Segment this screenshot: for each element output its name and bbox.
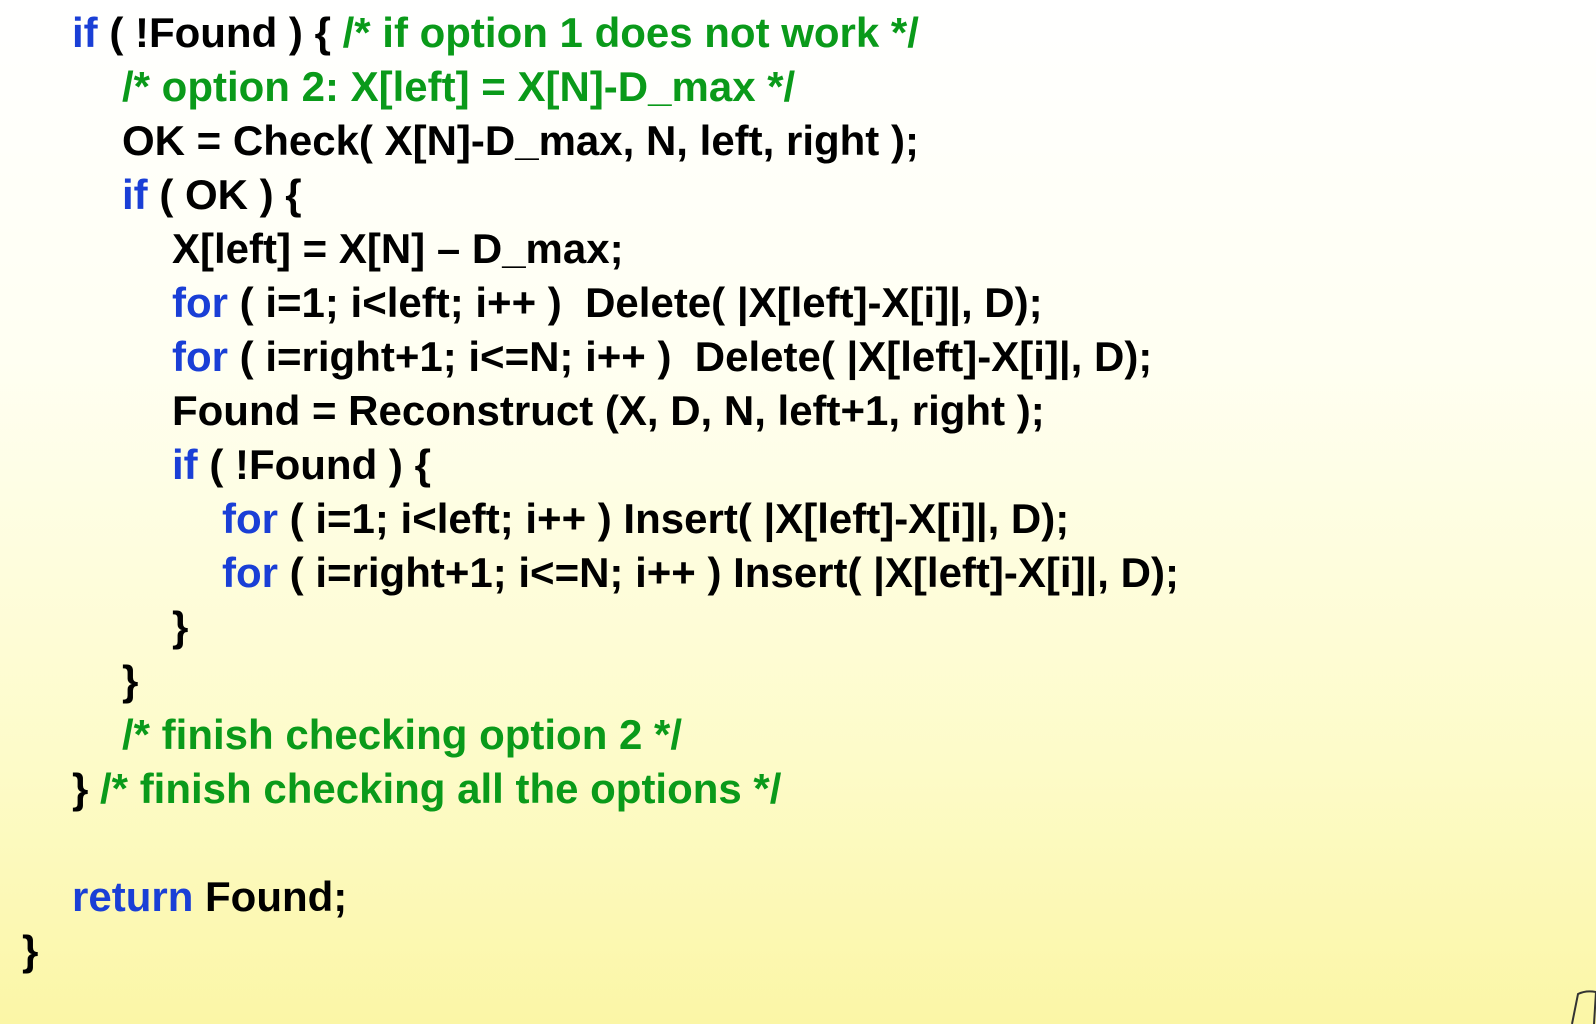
code-line: } — [172, 600, 188, 654]
code-line: X[left] = X[N] – D_max; — [172, 222, 624, 276]
code-listing: if ( !Found ) { /* if option 1 does not … — [0, 0, 1596, 1024]
code-keyword: if — [172, 441, 198, 488]
code-keyword: if — [122, 171, 148, 218]
code-comment: /* option 2: X[left] = X[N]-D_max */ — [122, 63, 796, 110]
code-text: } — [22, 927, 39, 974]
code-text: ( i=right+1; i<=N; i++ ) Insert( |X[left… — [278, 549, 1179, 596]
code-line: if ( OK ) { — [122, 168, 302, 222]
code-text: ( OK ) { — [147, 171, 302, 218]
code-line: if ( !Found ) { — [172, 438, 431, 492]
code-text: OK = Check( X[N]-D_max, N, left, right )… — [122, 117, 919, 164]
code-comment: /* finish checking all the options */ — [100, 765, 782, 812]
code-text: ( !Found ) { — [97, 9, 343, 56]
code-keyword: for — [222, 549, 278, 596]
code-text: ( i=right+1; i<=N; i++ ) Delete( |X[left… — [228, 333, 1153, 380]
code-text: } — [72, 765, 101, 812]
code-line: if ( !Found ) { /* if option 1 does not … — [72, 6, 919, 60]
code-text: Found; — [193, 873, 348, 920]
code-keyword: for — [172, 279, 228, 326]
code-line: } — [22, 924, 38, 978]
code-line: for ( i=1; i<left; i++ ) Insert( |X[left… — [222, 492, 1069, 546]
code-text: ( i=1; i<left; i++ ) Insert( |X[left]-X[… — [278, 495, 1070, 542]
code-text: X[left] = X[N] – D_max; — [172, 225, 624, 272]
code-text: ( i=1; i<left; i++ ) Delete( |X[left]-X[… — [228, 279, 1043, 326]
code-line: for ( i=1; i<left; i++ ) Delete( |X[left… — [172, 276, 1043, 330]
code-line: } — [122, 654, 138, 708]
code-comment: /* if option 1 does not work */ — [342, 9, 919, 56]
code-line: for ( i=right+1; i<=N; i++ ) Insert( |X[… — [222, 546, 1179, 600]
code-line: for ( i=right+1; i<=N; i++ ) Delete( |X[… — [172, 330, 1152, 384]
code-line: return Found; — [72, 870, 347, 924]
code-comment: /* finish checking option 2 */ — [122, 711, 683, 758]
code-text: Found = Reconstruct (X, D, N, left+1, ri… — [172, 387, 1045, 434]
code-keyword: if — [72, 9, 98, 56]
code-line: /* finish checking option 2 */ — [122, 708, 682, 762]
code-text: ( !Found ) { — [197, 441, 431, 488]
code-keyword: for — [222, 495, 278, 542]
code-line: OK = Check( X[N]-D_max, N, left, right )… — [122, 114, 919, 168]
code-line: } /* finish checking all the options */ — [72, 762, 781, 816]
code-line: /* option 2: X[left] = X[N]-D_max */ — [122, 60, 795, 114]
code-text: } — [172, 603, 189, 650]
code-text: } — [122, 657, 139, 704]
corner-decoration-icon — [1571, 990, 1596, 1024]
code-line: Found = Reconstruct (X, D, N, left+1, ri… — [172, 384, 1045, 438]
code-keyword: return — [72, 873, 194, 920]
code-keyword: for — [172, 333, 228, 380]
